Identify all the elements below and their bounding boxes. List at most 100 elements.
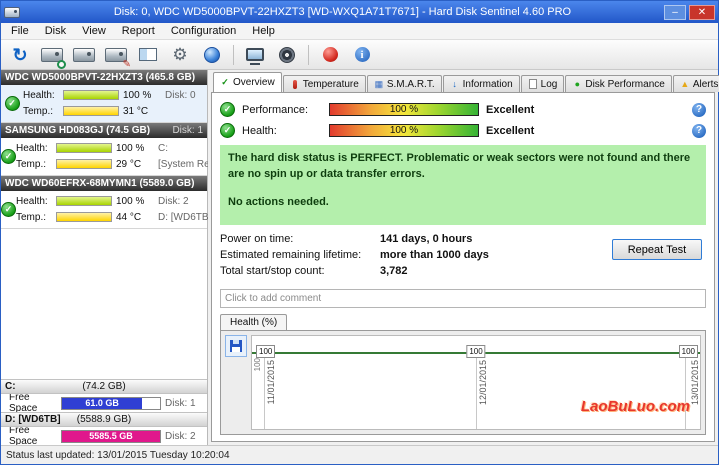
refresh-button[interactable] [5,42,35,68]
health-value: 100 % [116,142,145,154]
panels-icon [139,48,157,61]
partition-entry-d[interactable]: D: [WD6TB] (5588.9 GB) Free Space 5585.5… [1,412,207,447]
overview-panel: Performance: 100 % Excellent Health: 100… [211,92,715,442]
ok-icon [220,123,235,138]
disk-number: Disk: 1 [172,125,203,136]
health-ok-icon [1,148,16,164]
y-axis-tick: 100 [253,358,262,372]
free-space-fill: 61.0 GB [62,397,143,409]
health-label: Health: [242,124,277,137]
status-last-updated: Status last updated: 13/01/2015 Tuesday … [6,449,230,461]
health-ok-icon [4,95,20,111]
disc-button[interactable] [272,42,302,68]
gridline [685,352,686,429]
temp-value: 29 °C [116,158,142,170]
partition-name: D: [WD6TB] [5,414,61,425]
partition-header: D: [WD6TB] (5588.9 GB) [1,412,207,427]
free-space-fill: 5585.5 GB [62,430,160,442]
detect-disks-button[interactable] [37,42,67,69]
stat-value: more than 1000 days [380,249,489,261]
health-bar [63,90,119,100]
disk-header: SAMSUNG HD083GJ (74.5 GB) Disk: 1 [1,123,207,138]
hard-disk-button[interactable] [69,42,99,68]
stat-value: 141 days, 0 hours [380,233,473,245]
window-body: WDC WD5000BPVT-22HXZT3 (465.8 GB) Health… [1,70,719,447]
menu-help[interactable]: Help [244,24,283,38]
disk-sidebar: WDC WD5000BPVT-22HXZT3 (465.8 GB) Health… [1,70,220,447]
menubar: File Disk View Report Configuration Help [1,23,718,40]
save-chart-button[interactable] [225,335,247,357]
menu-view[interactable]: View [74,24,114,38]
panels-button[interactable] [133,42,163,68]
main-area: Overview Temperature S.M.A.R.T. Informat… [208,70,719,445]
temp-bar [56,212,112,222]
stats-block: Power on time: 141 days, 0 hours Estimat… [220,233,706,281]
info-button[interactable] [347,42,377,68]
help-icon[interactable] [692,102,706,117]
disk-entry-2[interactable]: WDC WD60EFRX-68MYMN1 (5589.0 GB) Health:… [1,176,211,229]
disk-name: WDC WD5000BPVT-22HXZT3 (465.8 GB) [5,72,196,83]
write-report-button[interactable] [101,42,131,68]
monitor-button[interactable] [240,42,270,68]
health-bar [56,143,112,153]
menu-report[interactable]: Report [114,24,163,38]
refresh-icon [12,46,27,64]
menu-configuration[interactable]: Configuration [163,24,244,38]
tab-disk-performance[interactable]: Disk Performance [565,75,672,92]
stop-icon [322,47,338,62]
minimize-button[interactable]: – [664,4,686,20]
check-icon [220,78,230,88]
online-button[interactable] [197,42,227,68]
tab-alerts[interactable]: Alerts [672,75,719,92]
health-chart: 100 100 100 100 11/01/2015 12/01/2015 13… [251,335,701,430]
free-space-label: Free Space [9,392,38,414]
performance-bar: 100 % [329,103,479,116]
repeat-test-button[interactable]: Repeat Test [612,239,702,260]
help-icon[interactable] [692,123,706,138]
menu-file[interactable]: File [3,24,37,38]
green-dot-icon [572,79,582,89]
partition-entry-c[interactable]: C: (74.2 GB) Free Space 61.0 GB Disk: 1 [1,379,207,414]
disc-icon [279,46,295,63]
performance-rating: Excellent [486,103,535,116]
pencil-icon [123,60,131,70]
window-title: Disk: 0, WDC WD5000BPVT-22HXZT3 [WD-WXQ1… [113,6,572,18]
tab-information[interactable]: Information [442,75,520,92]
disk-index-label: Disk: 2 [158,195,189,207]
tab-log[interactable]: Log [520,75,565,92]
hard-disk-icon [73,47,95,62]
disk-entry-1[interactable]: SAMSUNG HD083GJ (74.5 GB) Disk: 1 Health… [1,123,220,176]
app-window: Disk: 0, WDC WD5000BPVT-22HXZT3 [WD-WXQ1… [0,0,719,465]
chart-tab-health[interactable]: Health (%) [220,314,288,330]
disk-entry-0[interactable]: WDC WD5000BPVT-22HXZT3 (465.8 GB) Health… [1,70,207,123]
disk-status-message: The hard disk status is PERFECT. Problem… [220,145,706,225]
x-axis-date: 13/01/2015 [690,360,700,406]
tab-smart[interactable]: S.M.A.R.T. [366,75,442,92]
disk-name: SAMSUNG HD083GJ (74.5 GB) [5,125,151,136]
tab-temperature[interactable]: Temperature [282,75,366,92]
tab-overview[interactable]: Overview [213,72,282,92]
stat-label: Power on time: [220,233,294,245]
titlebar[interactable]: Disk: 0, WDC WD5000BPVT-22HXZT3 [WD-WXQ1… [1,1,718,23]
stop-button[interactable] [315,42,345,68]
toolbar-separator [308,44,309,65]
close-button[interactable]: ✕ [689,4,715,20]
disk-name: WDC WD60EFRX-68MYMN1 (5589.0 GB) [5,178,195,189]
settings-button[interactable] [165,42,195,68]
gridline [476,352,477,429]
stat-label: Estimated remaining lifetime: [220,249,362,261]
volume-label: D: [WD6TB] [158,211,212,223]
menu-disk[interactable]: Disk [37,24,74,38]
comment-input[interactable] [220,289,706,308]
gridline [264,352,265,429]
thermometer-icon [292,79,297,89]
smart-grid-icon [374,79,384,89]
free-space-bar: 5585.5 GB [61,429,161,443]
point-label: 100 [678,345,698,358]
gear-icon [172,46,187,63]
statusbar: Status last updated: 13/01/2015 Tuesday … [1,445,718,464]
health-rating: Excellent [486,124,535,137]
point-label: 100 [256,345,276,358]
health-value: 100 % [123,89,152,101]
